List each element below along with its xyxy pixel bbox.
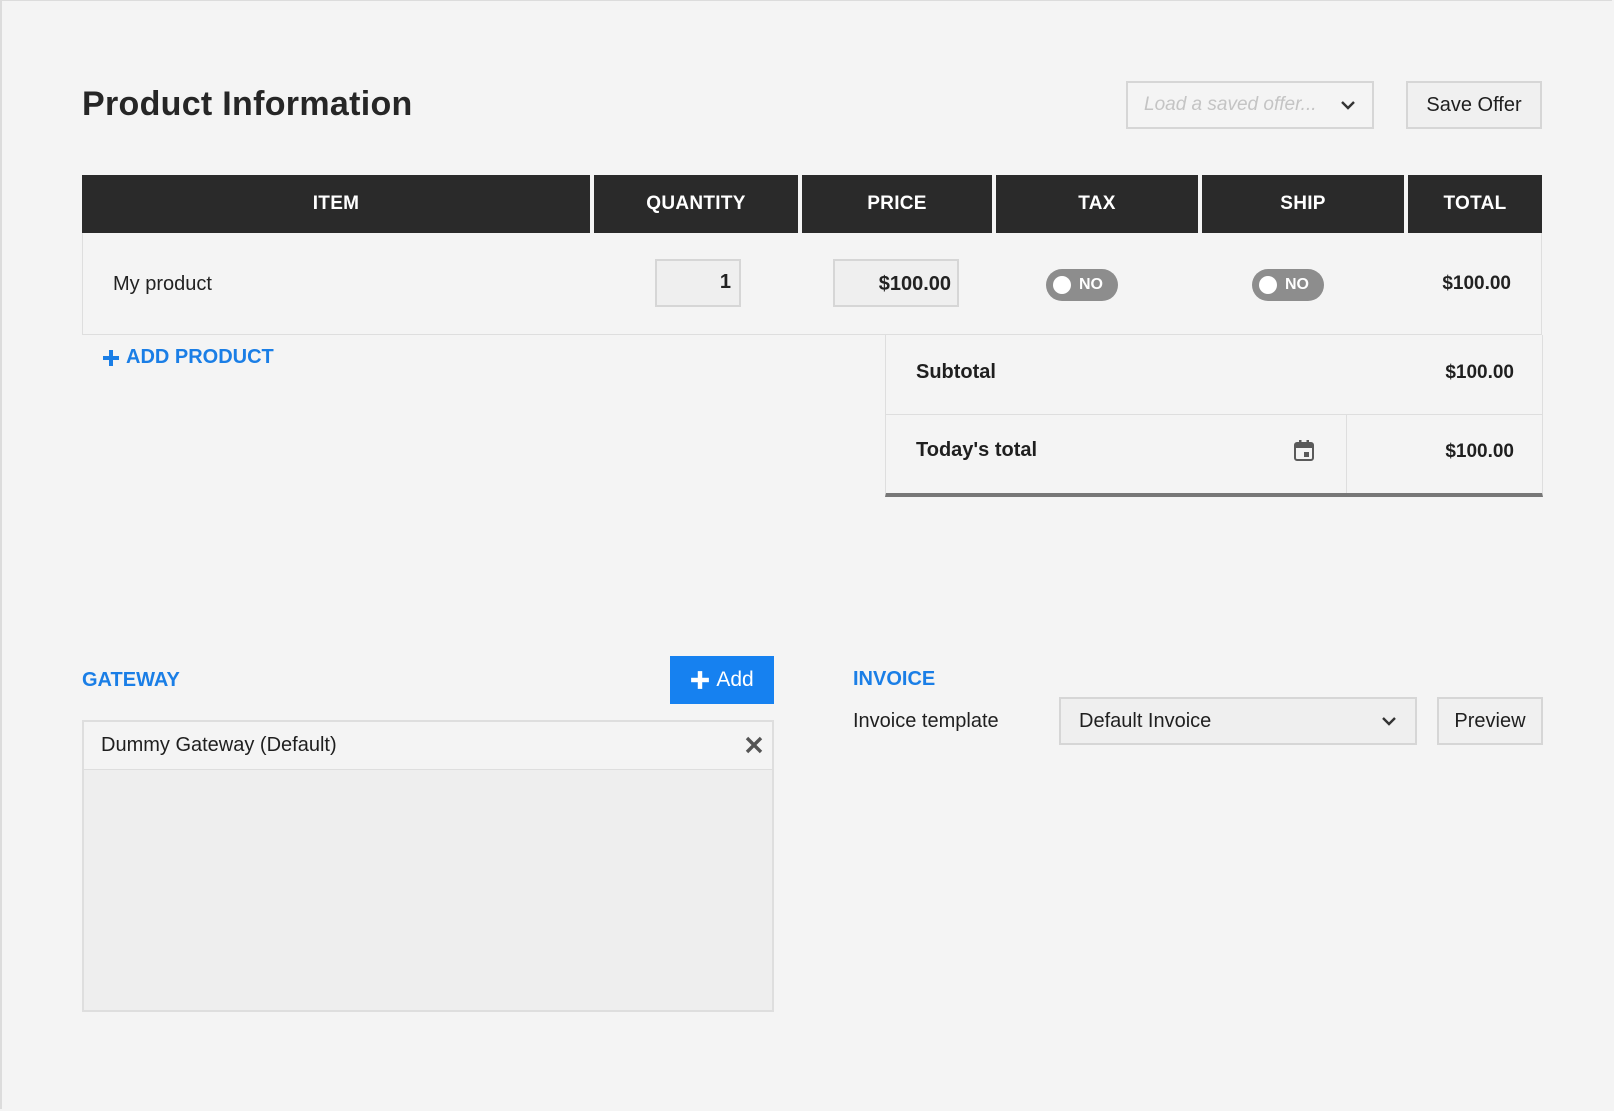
subtotal-label: Subtotal	[916, 361, 996, 383]
calendar-icon[interactable]	[1292, 439, 1316, 463]
row-total: $100.00	[1442, 273, 1511, 294]
gateway-item[interactable]: Dummy Gateway (Default)	[84, 722, 772, 770]
page-frame: Product Information Load a saved offer..…	[0, 0, 1612, 1109]
column-header-price: PRICE	[802, 175, 992, 233]
add-gateway-label: Add	[716, 668, 754, 691]
column-header-total: TOTAL	[1408, 175, 1542, 233]
add-product-label: ADD PRODUCT	[126, 346, 274, 368]
subtotal-value: $100.00	[1445, 362, 1514, 383]
todays-total-label: Today's total	[916, 439, 1038, 461]
plus-icon	[103, 349, 119, 366]
toggle-knob	[1259, 276, 1277, 294]
preview-button[interactable]: Preview	[1437, 697, 1543, 745]
plus-icon	[691, 671, 710, 689]
column-header-quantity: QUANTITY	[594, 175, 798, 233]
gateway-title: GATEWAY	[82, 669, 180, 691]
item-name: My product	[113, 273, 212, 295]
column-header-item: ITEM	[82, 175, 590, 233]
invoice-template-value: Default Invoice	[1079, 709, 1212, 732]
load-offer-select[interactable]: Load a saved offer...	[1126, 81, 1374, 129]
tax-toggle[interactable]: NO	[1046, 269, 1118, 301]
table-header: ITEM QUANTITY PRICE TAX SHIP TOTAL	[82, 175, 1542, 233]
quantity-input[interactable]: 1	[655, 259, 741, 307]
add-product-link[interactable]: ADD PRODUCT	[102, 346, 274, 369]
table-row: My product 1 $100.00 NO NO $100.00	[82, 233, 1542, 335]
invoice-title: INVOICE	[853, 668, 936, 690]
todays-total-value: $100.00	[1445, 441, 1514, 462]
price-input[interactable]: $100.00	[833, 259, 959, 307]
ship-toggle[interactable]: NO	[1252, 269, 1324, 301]
close-icon[interactable]	[744, 735, 764, 755]
tax-toggle-label: NO	[1079, 276, 1103, 293]
totals-divider	[1346, 415, 1347, 493]
toggle-knob	[1053, 276, 1071, 294]
column-header-ship: SHIP	[1202, 175, 1404, 233]
ship-toggle-label: NO	[1285, 276, 1309, 293]
gateway-list: Dummy Gateway (Default)	[82, 720, 774, 1012]
add-gateway-button[interactable]: Add	[670, 656, 774, 704]
column-header-tax: TAX	[996, 175, 1198, 233]
invoice-template-select[interactable]: Default Invoice	[1059, 697, 1417, 745]
gateway-name: Dummy Gateway (Default)	[101, 734, 337, 756]
totals-panel: Subtotal $100.00 Today's total $100.00	[885, 335, 1543, 497]
invoice-template-label: Invoice template	[853, 710, 999, 732]
chevron-down-icon	[1382, 717, 1396, 726]
subtotal-row: Subtotal $100.00	[886, 335, 1542, 415]
save-offer-button[interactable]: Save Offer	[1406, 81, 1542, 129]
chevron-down-icon	[1341, 101, 1355, 110]
load-offer-placeholder: Load a saved offer...	[1144, 94, 1317, 115]
page-title: Product Information	[82, 85, 413, 123]
